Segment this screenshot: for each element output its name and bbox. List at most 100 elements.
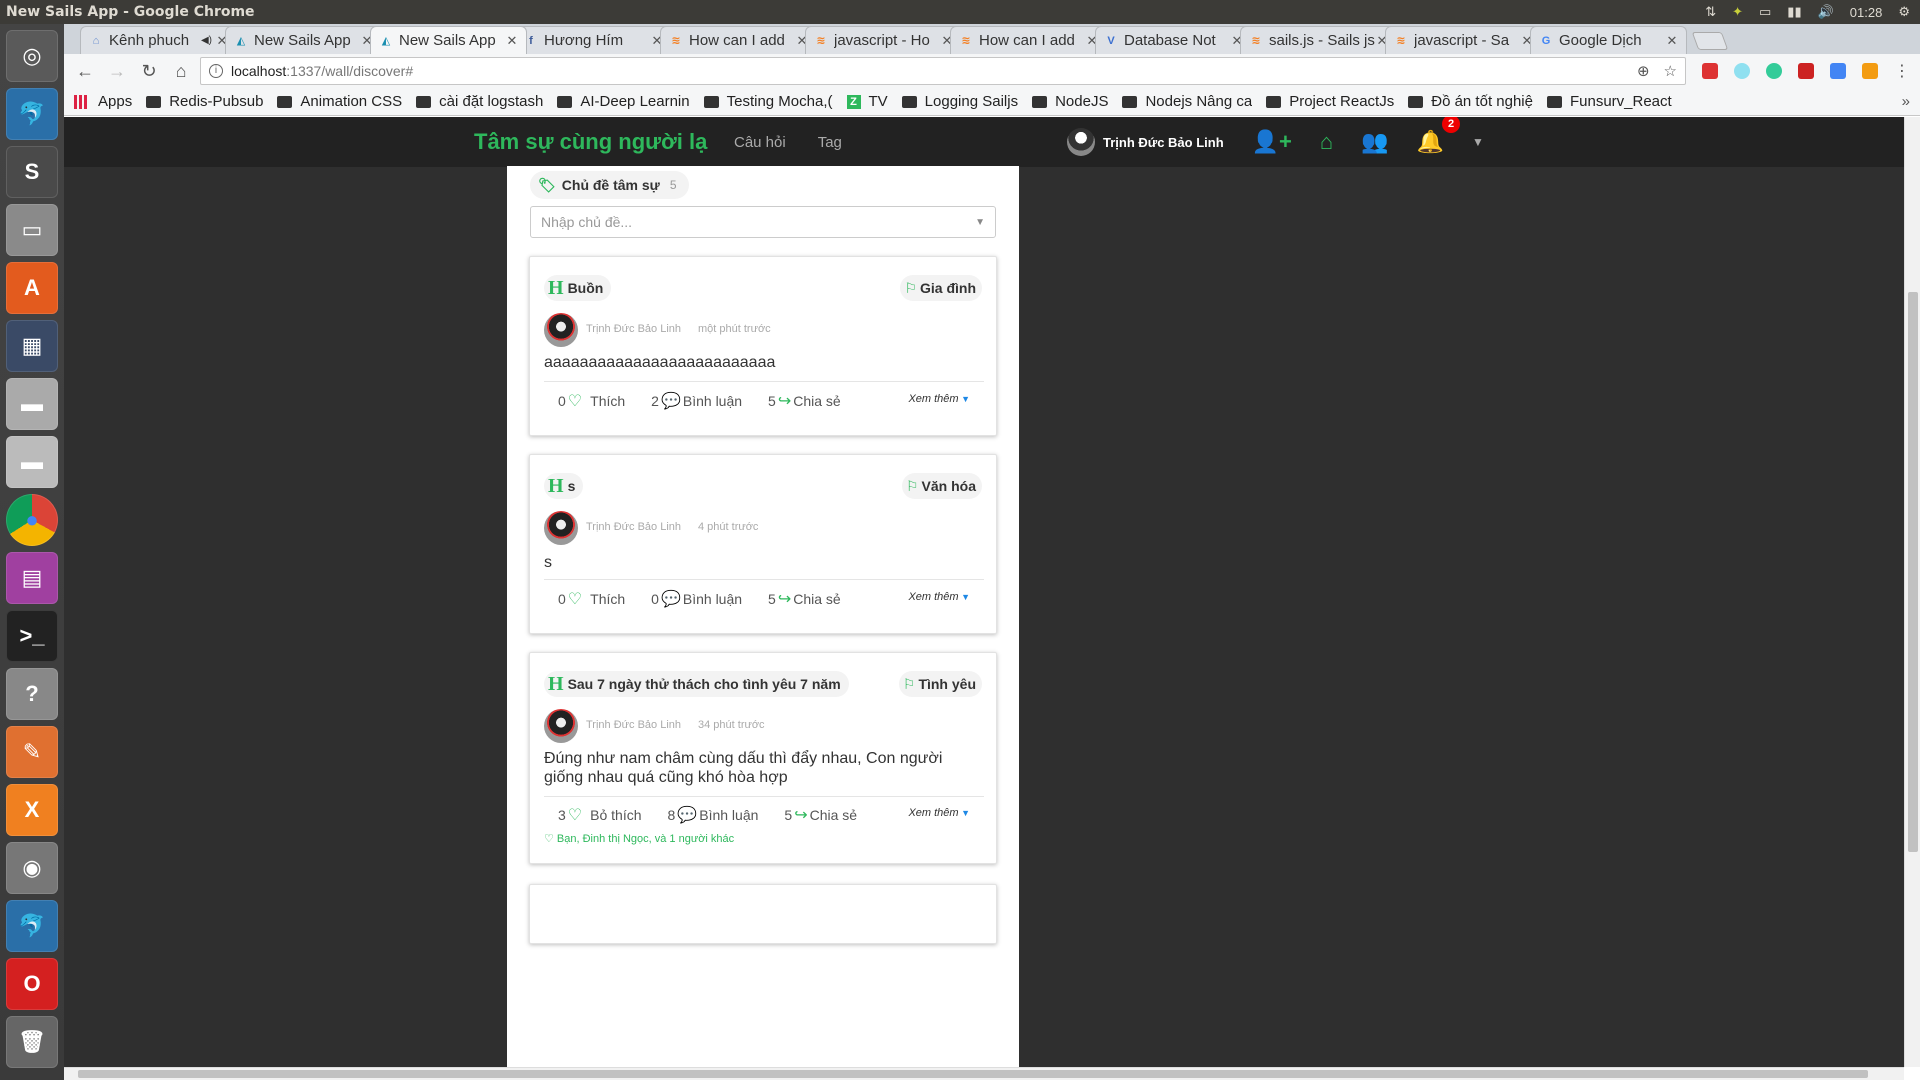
bookmark-item[interactable]: AI-Deep Learnin: [557, 93, 690, 110]
camera-icon[interactable]: ◉: [6, 842, 58, 894]
post-category[interactable]: ⚐ Văn hóa: [901, 473, 982, 499]
bookmark-item[interactable]: Đồ án tốt nghiệ: [1408, 93, 1533, 110]
bookmark-item[interactable]: Funsurv_React: [1546, 93, 1672, 110]
scrollbar-thumb[interactable]: [1908, 292, 1918, 852]
gear-icon[interactable]: ⚙: [1898, 4, 1910, 20]
topic-select-input[interactable]: Nhập chủ đề... ▼: [530, 206, 996, 238]
opera-icon[interactable]: O: [6, 958, 58, 1010]
bookmark-item[interactable]: Nodejs Nâng ca: [1122, 93, 1252, 110]
drive-2-icon[interactable]: ▬: [6, 436, 58, 488]
like-button[interactable]: 3 ♡ Bỏ thích: [558, 805, 642, 825]
bookmark-item[interactable]: Testing Mocha,(: [703, 93, 833, 110]
brand-link[interactable]: Tâm sự cùng người lạ: [474, 129, 707, 155]
new-tab-button[interactable]: [1691, 32, 1729, 50]
see-more-button[interactable]: Xem thêm ▼: [908, 591, 970, 603]
browser-tab[interactable]: ≋ javascript - Ho ✕: [805, 26, 962, 54]
share-button[interactable]: 5 ↪ Chia sẻ: [768, 589, 841, 609]
battery-icon[interactable]: ▮▮: [1787, 4, 1801, 20]
zoom-icon[interactable]: ⊕: [1637, 62, 1650, 80]
nav-link-tags[interactable]: Tag: [818, 134, 842, 151]
reload-icon[interactable]: ↻: [136, 58, 162, 84]
terminal-icon[interactable]: >_: [6, 610, 58, 662]
browser-tab[interactable]: ◭ New Sails App ✕: [225, 26, 382, 54]
like-button[interactable]: 0 ♡ Thích: [558, 391, 625, 411]
volume-icon[interactable]: 🔊: [1818, 4, 1834, 20]
browser-tab[interactable]: f Hương Hím ✕: [515, 26, 672, 54]
bookmark-item[interactable]: Apps: [74, 93, 132, 110]
gpu-icon[interactable]: ✦: [1732, 4, 1743, 20]
vertical-scrollbar[interactable]: [1904, 117, 1920, 1067]
home-icon[interactable]: ⌂: [168, 58, 194, 84]
react-devtools-icon[interactable]: [1734, 63, 1750, 79]
extension-orange-icon[interactable]: [1862, 63, 1878, 79]
back-arrow-icon[interactable]: ←: [72, 58, 98, 84]
share-button[interactable]: 5 ↪ Chia sẻ: [768, 391, 841, 411]
drive-icon[interactable]: ▬: [6, 378, 58, 430]
comment-button[interactable]: 8 💬 Bình luận: [668, 805, 759, 825]
chrome-icon[interactable]: ●: [6, 494, 58, 546]
help-icon[interactable]: ?: [6, 668, 58, 720]
comment-button[interactable]: 0 💬 Bình luận: [651, 589, 742, 609]
bookmark-item[interactable]: Z TV: [846, 93, 888, 110]
mysql-workbench-icon[interactable]: 🐬: [6, 88, 58, 140]
horizontal-scrollbar[interactable]: [64, 1067, 1904, 1080]
home-icon[interactable]: ⌂: [1320, 129, 1333, 155]
see-more-button[interactable]: Xem thêm ▼: [908, 393, 970, 405]
likers-list[interactable]: ♡ Bạn, Đinh thị Ngọc, và 1 người khác: [544, 832, 734, 845]
chevron-down-icon[interactable]: ▼: [975, 217, 985, 228]
bookmark-item[interactable]: cài đặt logstash: [416, 93, 543, 110]
editor-icon[interactable]: ✎: [6, 726, 58, 778]
chevron-double-right-icon[interactable]: »: [1902, 93, 1910, 110]
bookmark-item[interactable]: Logging Sailjs: [901, 93, 1018, 110]
files-icon[interactable]: ▭: [6, 204, 58, 256]
close-icon[interactable]: ✕: [1666, 33, 1678, 49]
groups-icon[interactable]: 👥: [1361, 129, 1388, 155]
menu-icon[interactable]: ⋮: [1894, 61, 1910, 81]
audio-icon[interactable]: ◀): [201, 35, 212, 46]
google-translate-icon[interactable]: [1830, 63, 1846, 79]
avatar[interactable]: [544, 709, 578, 743]
browser-tab[interactable]: ⌂ Kênh phuch ◀) ✕: [80, 26, 237, 54]
extension-red-icon[interactable]: [1702, 63, 1718, 79]
network-arrows-icon[interactable]: ⇅: [1705, 4, 1716, 20]
bookmark-item[interactable]: Animation CSS: [277, 93, 402, 110]
add-friend-icon[interactable]: 👤+: [1252, 129, 1292, 155]
post-title[interactable]: H Sau 7 ngày thử thách cho tình yêu 7 năm: [544, 671, 849, 697]
bookmark-item[interactable]: NodeJS: [1032, 93, 1108, 110]
avatar[interactable]: [544, 511, 578, 545]
post-author[interactable]: Trịnh Đức Bảo Linh: [586, 323, 681, 335]
clock[interactable]: 01:28: [1850, 5, 1883, 20]
browser-tab[interactable]: ≋ sails.js - Sails js ✕: [1240, 26, 1397, 54]
browser-tab[interactable]: ≋ javascript - Sa ✕: [1385, 26, 1542, 54]
post-author[interactable]: Trịnh Đức Bảo Linh: [586, 719, 681, 731]
post-author[interactable]: Trịnh Đức Bảo Linh: [586, 521, 681, 533]
nav-link-questions[interactable]: Câu hỏi: [734, 134, 786, 151]
browser-tab[interactable]: G Google Dịch ✕: [1530, 26, 1687, 54]
bell-icon[interactable]: 🔔 2: [1417, 117, 1460, 155]
see-more-button[interactable]: Xem thêm ▼: [908, 807, 970, 819]
dash-icon[interactable]: ◎: [6, 30, 58, 82]
share-button[interactable]: 5 ↪ Chia sẻ: [784, 805, 857, 825]
trash-icon[interactable]: 🗑: [6, 1016, 58, 1068]
forward-arrow-icon[interactable]: →: [104, 58, 130, 84]
post-title[interactable]: Hs: [544, 473, 584, 499]
browser-tab[interactable]: V Database Not ✕: [1095, 26, 1252, 54]
sublime-text-icon[interactable]: S: [6, 146, 58, 198]
comment-button[interactable]: 2 💬 Bình luận: [651, 391, 742, 411]
mysql-workbench-2-icon[interactable]: 🐬: [6, 900, 58, 952]
close-icon[interactable]: ✕: [506, 33, 518, 49]
xampp-icon[interactable]: X: [6, 784, 58, 836]
extension-cbs-icon[interactable]: [1798, 63, 1814, 79]
user-menu[interactable]: Trịnh Đức Bảo Linh: [1067, 128, 1224, 156]
browser-tab[interactable]: ◭ New Sails App ✕: [370, 26, 527, 54]
browser-tab[interactable]: ≋ How can I add ✕: [950, 26, 1107, 54]
workspaces-icon[interactable]: ▦: [6, 320, 58, 372]
app-purple-icon[interactable]: ▤: [6, 552, 58, 604]
post-category[interactable]: ⚐ Gia đình: [900, 275, 982, 301]
site-info-icon[interactable]: i: [209, 64, 223, 78]
scrollbar-thumb[interactable]: [78, 1070, 1868, 1078]
post-title[interactable]: H Buồn: [544, 275, 612, 301]
bookmark-item[interactable]: Project ReactJs: [1266, 93, 1394, 110]
like-button[interactable]: 0 ♡ Thích: [558, 589, 625, 609]
bookmark-item[interactable]: Redis-Pubsub: [146, 93, 263, 110]
